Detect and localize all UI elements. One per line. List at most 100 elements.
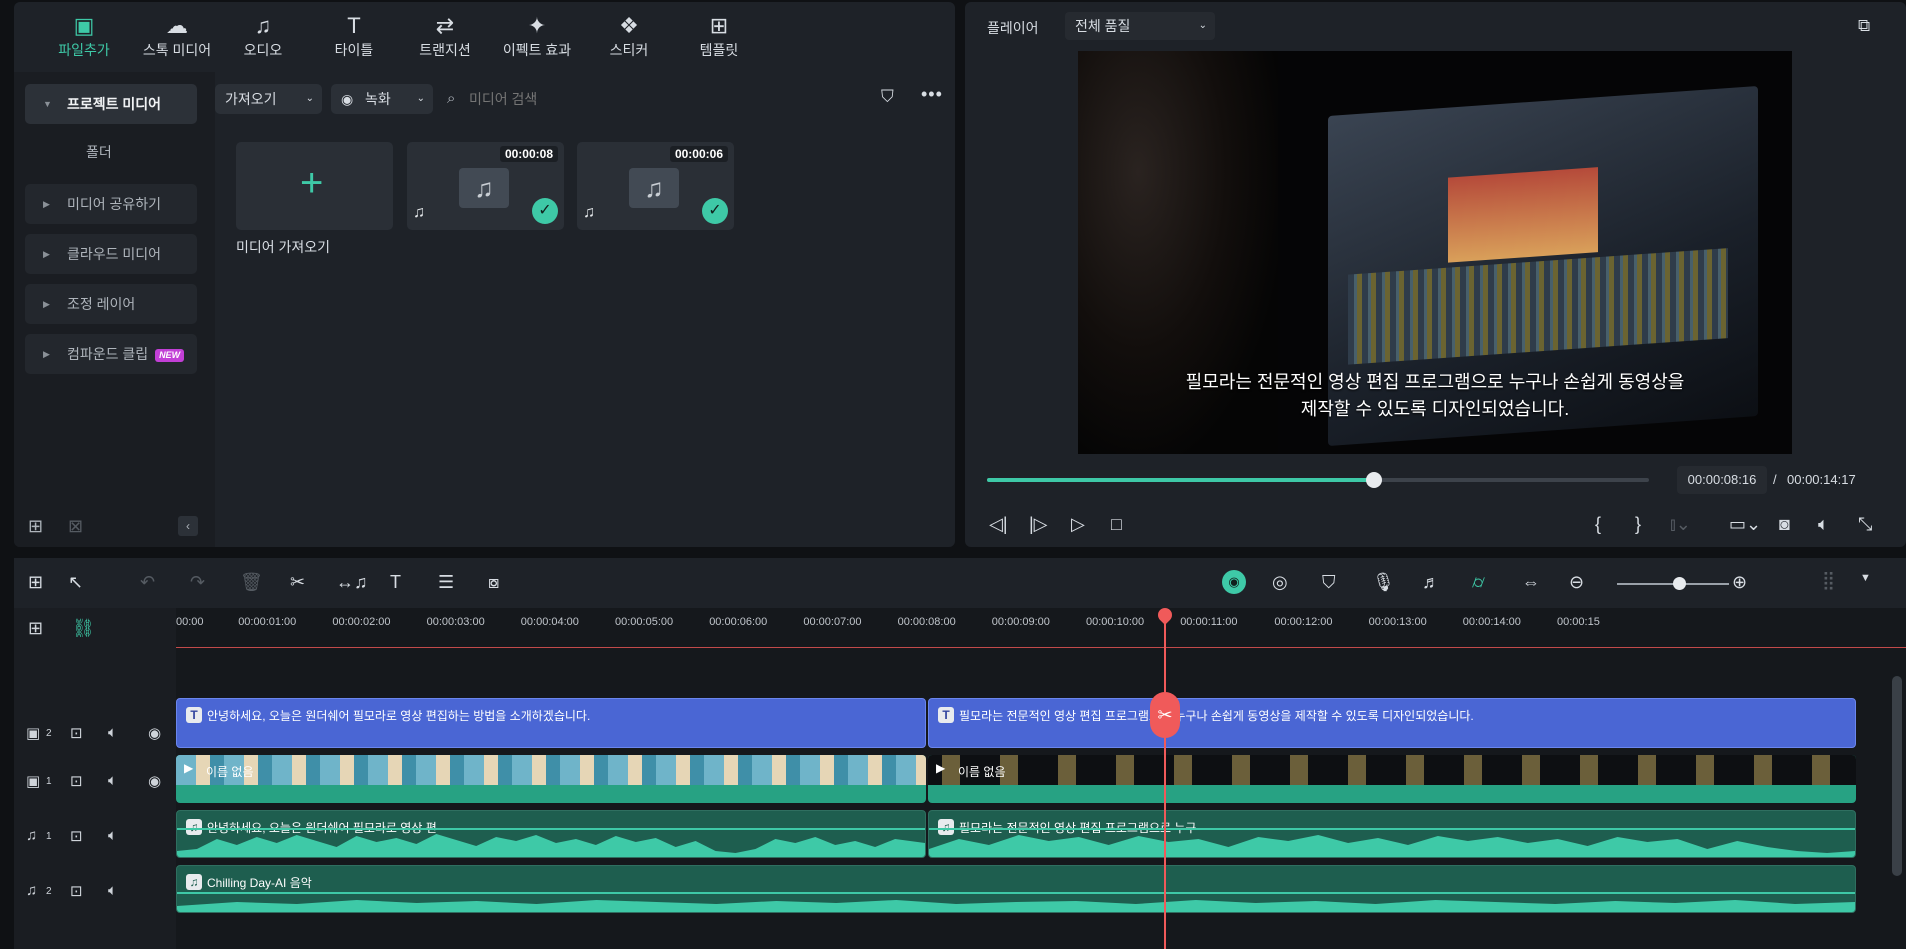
tab-transitions[interactable]: ⇄ 트랜지션	[395, 12, 495, 68]
media-search-input[interactable]	[469, 86, 769, 112]
playback-scrubber-knob[interactable]	[1366, 472, 1383, 488]
magnet-snap-icon[interactable]: ⌭	[1472, 572, 1485, 593]
ai-copilot-icon[interactable]: ◉	[1222, 570, 1246, 594]
split-scissors-icon[interactable]: ✂	[290, 572, 305, 593]
transition-icon: ⇄	[435, 13, 455, 38]
record-dropdown[interactable]: ◉ 녹화 ⌄	[331, 84, 433, 114]
audio-waveform	[177, 828, 925, 857]
video-clip[interactable]: 이름 없음 ▶	[176, 755, 926, 803]
select-cursor-icon[interactable]: ↖	[68, 572, 83, 593]
lock-icon[interactable]: ⊡	[70, 882, 83, 900]
chevron-down-icon[interactable]: ▼	[1860, 572, 1871, 584]
playhead-line[interactable]	[1164, 612, 1166, 949]
delete-folder-icon[interactable]: ⊠	[68, 516, 83, 537]
media-item[interactable]: 00:00:08 ♫ ♫ ✓	[407, 142, 564, 230]
previous-frame-icon[interactable]: ◁|	[989, 514, 1008, 535]
voiceover-mic-icon[interactable]: 🎙︎	[1372, 572, 1395, 593]
ruler-tick-label: 00:00:01:00	[238, 616, 297, 628]
zoom-in-icon[interactable]: ⊕	[1732, 572, 1747, 593]
sidebar-item-folder[interactable]: 폴더	[86, 142, 112, 162]
auto-highlight-icon[interactable]: ◎	[1272, 572, 1288, 593]
fit-timeline-icon[interactable]: ⇔	[1522, 572, 1540, 593]
duration-badge: 00:00:06	[669, 146, 728, 162]
sidebar-item-cloud-media[interactable]: ▶ 클라우드 미디어	[25, 234, 197, 274]
link-icon[interactable]: ⛓	[72, 618, 95, 639]
text-tool-icon[interactable]: T	[390, 572, 401, 593]
tab-effects[interactable]: ✦ 이펙트 효과	[487, 12, 587, 68]
mark-in-icon[interactable]: {	[1595, 514, 1601, 535]
layout-grid-icon[interactable]: ⊞	[28, 572, 43, 593]
insert-disabled-icon: ⫾⌄	[1670, 514, 1691, 534]
audio-track-icon: ♫	[26, 882, 38, 899]
video-clip-thumbnails	[928, 755, 1856, 785]
track-layout-icon[interactable]: ⣿	[1822, 570, 1835, 591]
playback-progress-fill	[987, 478, 1375, 482]
volume-icon[interactable]: 🔈︎	[1818, 514, 1829, 535]
sidebar-item-project-media[interactable]: ▼ 프로젝트 미디어	[25, 84, 197, 124]
eye-icon[interactable]: ◉	[148, 724, 161, 742]
zoom-out-icon[interactable]: ⊖	[1569, 572, 1584, 593]
eye-icon[interactable]: ◉	[148, 772, 161, 790]
tab-stock-media[interactable]: ☁ 스톡 미디어	[127, 12, 227, 68]
ruler-tick-label: 00:00:05:00	[615, 616, 674, 628]
title-clip[interactable]: T 필모라는 전문적인 영상 편집 프로그램으로 누구나 손쉽게 동영상을 제작…	[928, 698, 1856, 748]
title-clip[interactable]: T 안녕하세요, 오늘은 원더쉐어 필모라로 영상 편집하는 방법을 소개하겠습…	[176, 698, 926, 748]
undo-icon[interactable]: ↶	[140, 572, 155, 593]
sidebar-item-compound-clip[interactable]: ▶ 컴파운드 클립 NEW	[25, 334, 197, 374]
speaker-icon[interactable]: 🔈︎	[108, 827, 117, 844]
import-dropdown[interactable]: 가져오기 ⌄	[215, 84, 322, 114]
fullscreen-icon[interactable]: ⤡	[1858, 514, 1872, 535]
timeline-ruler[interactable]: 00:00 00:00:01:00 00:00:02:00 00:00:03:00 00…	[176, 608, 1906, 648]
tab-templates[interactable]: ⊞ 템플릿	[669, 12, 769, 68]
timeline-area[interactable]: 00:00 00:00:01:00 00:00:02:00 00:00:03:00 00…	[176, 608, 1906, 949]
delete-trash-icon[interactable]: 🗑︎	[240, 572, 263, 593]
title-clip-icon: T	[186, 707, 202, 723]
quality-dropdown[interactable]: 전체 품질 ⌄	[1065, 12, 1215, 40]
player-label: 플레이어	[987, 20, 1039, 36]
speaker-icon[interactable]: 🔈︎	[108, 772, 117, 789]
audio-clip[interactable]: ♫ 안녕하세요, 오늘은 원더쉐어 필모라로 영상 편	[176, 810, 926, 858]
sidebar-item-adjustment-layer[interactable]: ▶ 조정 레이어	[25, 284, 197, 324]
speaker-icon[interactable]: 🔈︎	[108, 882, 117, 899]
track-header-title-2: ▣ 2 ⊡ 🔈︎ ◉	[26, 724, 162, 742]
speech-to-text-icon[interactable]: ⧇	[488, 572, 499, 593]
snapshot-camera-icon[interactable]: ◙	[1779, 514, 1790, 535]
new-folder-icon[interactable]: ⊞	[28, 516, 43, 537]
sidebar-item-media-share[interactable]: ▶ 미디어 공유하기	[25, 184, 197, 224]
tab-titles[interactable]: T 타이틀	[304, 12, 404, 68]
audio-edit-icon[interactable]: ↔♫	[336, 572, 368, 593]
lock-icon[interactable]: ⊡	[70, 827, 83, 845]
import-media-tile[interactable]: +	[236, 142, 393, 230]
next-frame-icon[interactable]: |▷	[1029, 514, 1048, 535]
audio-list-icon[interactable]: ♬	[1422, 572, 1440, 593]
music-clip[interactable]: ♫ Chilling Day-AI 음악	[176, 865, 1856, 913]
more-options-icon[interactable]: •••	[921, 84, 943, 105]
ruler-tick-label: 00:00	[176, 616, 204, 628]
stop-icon[interactable]: □	[1111, 514, 1122, 535]
scopes-chart-icon[interactable]: ⧉	[1858, 16, 1870, 36]
tab-import[interactable]: ▣ 파일추가	[34, 12, 134, 68]
mark-out-icon[interactable]: }	[1635, 514, 1641, 535]
tab-audio[interactable]: ♫ 오디오	[213, 12, 313, 68]
audio-clip[interactable]: ♫ 필모라는 전문적인 영상 편집 프로그램으로 누구	[928, 810, 1856, 858]
filter-icon[interactable]: ⛉	[881, 87, 894, 107]
playback-progress-bar[interactable]	[987, 472, 1649, 488]
redo-icon[interactable]: ↷	[190, 572, 205, 593]
lock-icon[interactable]: ⊡	[70, 772, 83, 790]
timeline-vertical-scrollbar[interactable]	[1892, 676, 1902, 876]
media-item[interactable]: 00:00:06 ♫ ♫ ✓	[577, 142, 734, 230]
play-icon[interactable]: ▷	[1071, 514, 1085, 535]
marker-shield-icon[interactable]: ⛉	[1322, 572, 1336, 593]
display-settings-icon[interactable]: ▭⌄	[1729, 514, 1761, 535]
adjust-sliders-icon[interactable]: ☰	[438, 572, 454, 593]
split-at-playhead-button[interactable]: ✂	[1150, 692, 1180, 738]
collapse-sidebar-button[interactable]: ‹	[178, 516, 198, 536]
add-track-icon[interactable]: ⊞	[28, 618, 43, 639]
ruler-tick-label: 00:00:07:00	[803, 616, 862, 628]
tab-stickers[interactable]: ❖ 스티커	[579, 12, 679, 68]
import-media-icon: ▣	[73, 13, 95, 38]
video-clip[interactable]: 이름 없음 ▶	[928, 755, 1856, 803]
timeline-zoom-knob[interactable]	[1673, 577, 1686, 590]
speaker-icon[interactable]: 🔈︎	[108, 724, 117, 741]
lock-icon[interactable]: ⊡	[70, 724, 83, 742]
